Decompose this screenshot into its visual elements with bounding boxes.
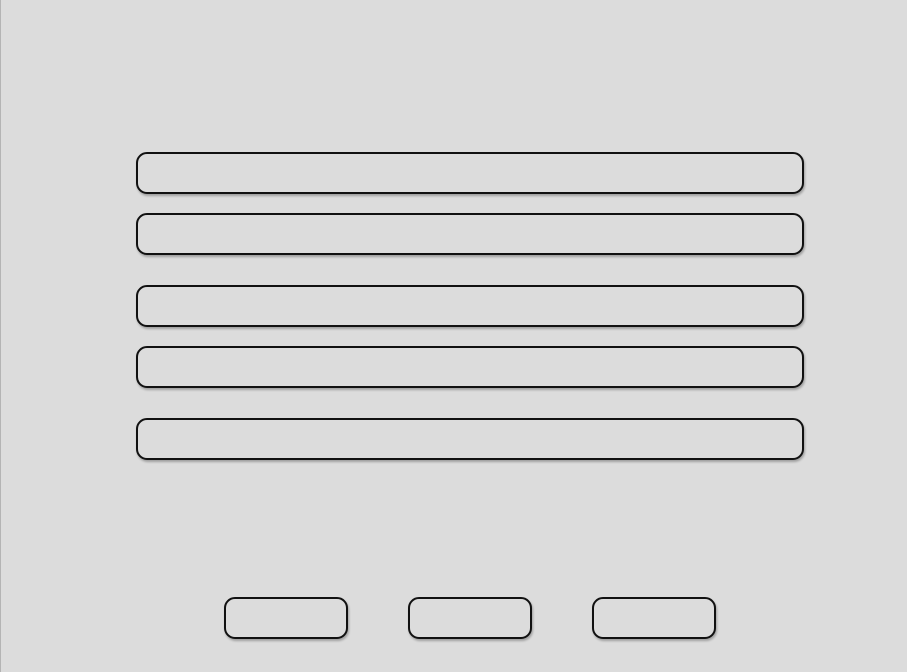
- text-field-1[interactable]: [136, 152, 804, 194]
- text-field-5[interactable]: [136, 418, 804, 460]
- text-field-4[interactable]: [136, 346, 804, 388]
- action-button-left[interactable]: [224, 597, 348, 639]
- action-button-right[interactable]: [592, 597, 716, 639]
- action-button-middle[interactable]: [408, 597, 532, 639]
- text-field-3[interactable]: [136, 285, 804, 327]
- text-field-2[interactable]: [136, 213, 804, 255]
- form-screen: [0, 0, 907, 672]
